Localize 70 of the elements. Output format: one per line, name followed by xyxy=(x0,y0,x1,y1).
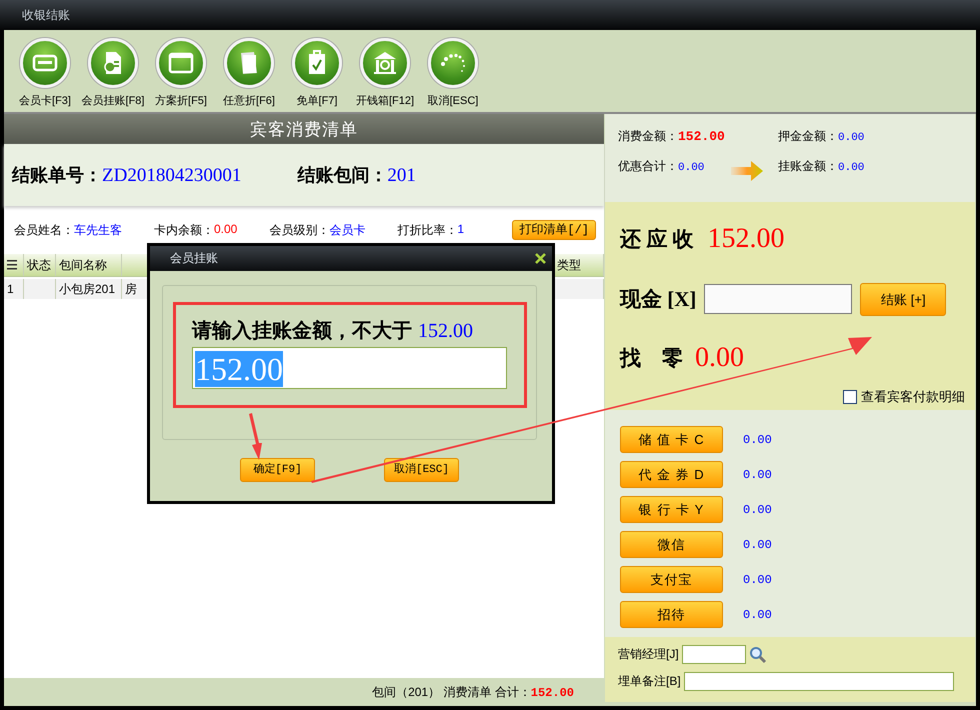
annotation-arrow xyxy=(249,413,262,460)
search-icon xyxy=(748,646,767,664)
field-value: ZD201804230001 xyxy=(102,165,242,186)
payment-button[interactable]: 银 行 卡 Y xyxy=(620,496,723,523)
change-amount: 0.00 xyxy=(695,342,744,374)
footer-label: 包间（201） 消费清单 合计： xyxy=(372,684,531,698)
dialog-button[interactable]: 取消[ESC] xyxy=(384,458,459,482)
member-label: 会员级别： xyxy=(269,222,330,238)
payment-amount: 0.00 xyxy=(743,572,772,586)
payment-amount: 0.00 xyxy=(743,608,772,622)
summary-label: 消费金额： xyxy=(618,129,678,143)
field-label: 结账单号： xyxy=(12,165,102,185)
prompt-text: 请输入挂账金额，不大于 152.00 xyxy=(192,318,474,344)
summary-value: 152.00 xyxy=(678,129,725,144)
print-button[interactable]: 打印清单[/] xyxy=(512,220,596,240)
table-cell: 小包房201 xyxy=(56,279,122,299)
close-icon xyxy=(535,253,546,264)
member-value: 车先生客 xyxy=(74,222,122,238)
checkbox[interactable] xyxy=(843,390,857,404)
payment-button[interactable]: 储 值 卡 C xyxy=(620,426,723,453)
member-label: 会员姓名： xyxy=(14,222,74,238)
field-label: 营销经理[J] xyxy=(618,646,679,663)
field-label: 结账包间： xyxy=(297,165,388,185)
card-icon xyxy=(32,53,58,73)
document-icon xyxy=(102,50,124,76)
remark-field[interactable] xyxy=(684,672,954,691)
field-value: 201 xyxy=(387,165,416,186)
payment-button[interactable]: 支付宝 xyxy=(620,566,723,593)
member-value: 0.00 xyxy=(214,222,238,238)
summary-value: 0.00 xyxy=(678,162,704,174)
payment-amount: 0.00 xyxy=(743,432,772,446)
panel-header: 宾客消费清单 xyxy=(4,114,604,144)
footer-total: 152.00 xyxy=(530,686,574,700)
payment-amount: 0.00 xyxy=(743,468,772,482)
list-icon xyxy=(7,260,17,270)
member-value: 1 xyxy=(457,222,464,238)
cash-label: 现金 [X] xyxy=(620,286,696,313)
field-label: 埋单备注[B] xyxy=(618,673,681,690)
window-icon xyxy=(168,52,194,74)
dialog-title: 会员挂账 xyxy=(170,250,218,267)
cash-field[interactable] xyxy=(704,284,852,314)
member-value: 会员卡 xyxy=(329,222,366,238)
member-label: 卡内余额： xyxy=(154,222,214,238)
dots-icon xyxy=(439,52,467,74)
manager-field[interactable] xyxy=(682,645,746,664)
dialog-button[interactable]: 确定[F9] xyxy=(240,458,315,482)
clipboard-icon xyxy=(307,50,327,76)
row-number: 1 xyxy=(4,279,24,299)
due-label: 还 应 收 xyxy=(620,226,694,253)
payment-amount: 0.00 xyxy=(743,502,772,516)
summary-value: 0.00 xyxy=(838,132,864,144)
summary-label: 优惠合计： xyxy=(618,159,678,173)
payment-button[interactable]: 微信 xyxy=(620,531,723,558)
member-label: 打折比率： xyxy=(397,222,458,238)
checkbox-label: 查看宾客付款明细 xyxy=(861,388,965,406)
checkout-button[interactable]: 结账 [+] xyxy=(860,282,946,316)
change-label: 找 零 xyxy=(620,345,683,372)
summary-label: 押金金额： xyxy=(778,129,838,143)
summary-label: 挂账金额： xyxy=(778,159,838,173)
payment-button[interactable]: 代 金 券 D xyxy=(620,461,723,488)
column-header: 包间名称 xyxy=(56,254,122,276)
due-amount: 152.00 xyxy=(708,223,784,255)
building-icon xyxy=(372,50,398,76)
payment-button[interactable]: 招待 xyxy=(620,601,723,628)
arrow-icon xyxy=(730,160,764,182)
payment-amount: 0.00 xyxy=(743,538,772,552)
window-title: 收银结账 xyxy=(0,0,980,30)
column-header: 状态 xyxy=(24,254,56,276)
summary-value: 0.00 xyxy=(838,162,864,174)
papers-icon xyxy=(238,50,260,76)
